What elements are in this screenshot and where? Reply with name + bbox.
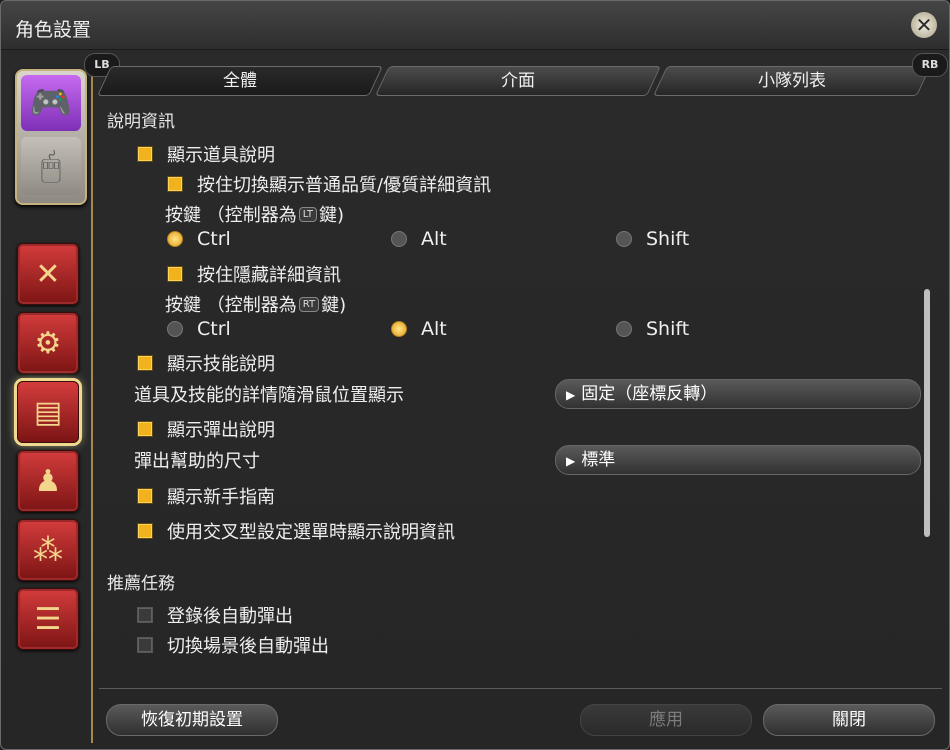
close-icon[interactable]: ✕ [911,12,937,38]
triangle-right-icon: ▶ [566,388,576,402]
item-help-checkbox[interactable] [137,146,153,162]
tab-bar: LB 全體 介面 小隊列表 RB [84,53,948,97]
rb-badge: RB [912,53,948,77]
window-title: 角色設置 [15,19,92,41]
novice-guide-checkbox[interactable] [137,488,153,504]
popup-help-checkbox[interactable] [137,421,153,437]
key-label-2: 按鍵 （控制器為 RT 鍵) [165,295,347,316]
quest-login-checkbox[interactable] [137,607,153,623]
triangle-right-icon: ▶ [566,454,576,468]
quest-scene-option[interactable]: 切換場景後自動彈出 [137,632,329,658]
settings-panel: 說明資訊 顯示道具說明 按住切換顯示普通品質/優質詳細資訊 按鍵 （控制器為 L… [99,101,942,687]
cross-menu-help-option[interactable]: 使用交叉型設定選單時顯示說明資訊 [137,518,455,544]
skill-help-option[interactable]: 顯示技能說明 [137,350,275,376]
hold-switch-checkbox[interactable] [167,176,183,192]
pattern-icon[interactable]: ⁂ [17,519,79,581]
gamepad-icon[interactable]: 🎮 [21,75,81,131]
tab-party-list[interactable]: 小隊列表 [653,66,931,96]
radio-ctrl-2[interactable]: Ctrl [167,318,231,340]
section-title-quest: 推薦任務 [107,574,175,594]
hold-switch-option[interactable]: 按住切換顯示普通品質/優質詳細資訊 [167,171,491,197]
item-help-option[interactable]: 顯示道具說明 [137,141,275,167]
detail-pos-dropdown[interactable]: ▶ 固定（座標反轉） [555,379,921,409]
tab-overall[interactable]: 全體 [97,66,383,96]
radio-shift-1[interactable]: Shift [616,228,689,250]
id-card-icon[interactable]: ▤ [17,381,79,443]
quest-login-option[interactable]: 登錄後自動彈出 [137,602,293,628]
radio-alt-2[interactable]: Alt [391,318,447,340]
hold-hide-option[interactable]: 按住隱藏詳細資訊 [167,261,341,287]
reset-button[interactable]: 恢復初期設置 [106,704,278,736]
mouse-icon[interactable]: 🖱 [21,137,81,195]
lt-icon: LT [298,206,318,222]
chat-icon[interactable]: ☰ [17,588,79,650]
key-label-1: 按鍵 （控制器為 LT 鍵) [165,205,345,226]
character-config-window: 角色設置 ✕ 🎮 🖱 ✕ ⚙ ▤ ♟ ⁂ ☰ LB 全體 介面 小隊列表 RB … [0,0,950,750]
crossed-arrows-icon[interactable]: ✕ [17,243,79,305]
sidebar: 🎮 🖱 ✕ ⚙ ▤ ♟ ⁂ ☰ [7,63,93,743]
tab-interface[interactable]: 介面 [375,66,661,96]
divider [99,688,942,689]
gear-bag-icon[interactable]: ⚙ [17,312,79,374]
scrollbar[interactable] [924,289,930,537]
radio-shift-2[interactable]: Shift [616,318,689,340]
novice-guide-option[interactable]: 顯示新手指南 [137,483,275,509]
skill-help-checkbox[interactable] [137,355,153,371]
rt-icon: RT [298,296,320,312]
apply-button[interactable]: 應用 [580,704,752,736]
radio-ctrl-1[interactable]: Ctrl [167,228,231,250]
hold-hide-checkbox[interactable] [167,266,183,282]
character-icon[interactable]: ♟ [17,450,79,512]
detail-pos-label: 道具及技能的詳情隨滑鼠位置顯示 [134,385,404,406]
input-mode-card[interactable]: 🎮 🖱 [15,69,87,205]
popup-size-label: 彈出幫助的尺寸 [134,451,260,472]
radio-alt-1[interactable]: Alt [391,228,447,250]
popup-help-option[interactable]: 顯示彈出說明 [137,416,275,442]
title-bar: 角色設置 ✕ [1,1,949,50]
cross-menu-help-checkbox[interactable] [137,523,153,539]
section-title-help: 說明資訊 [107,112,175,132]
popup-size-dropdown[interactable]: ▶ 標準 [555,445,921,475]
close-button[interactable]: 關閉 [763,704,935,736]
quest-scene-checkbox[interactable] [137,637,153,653]
